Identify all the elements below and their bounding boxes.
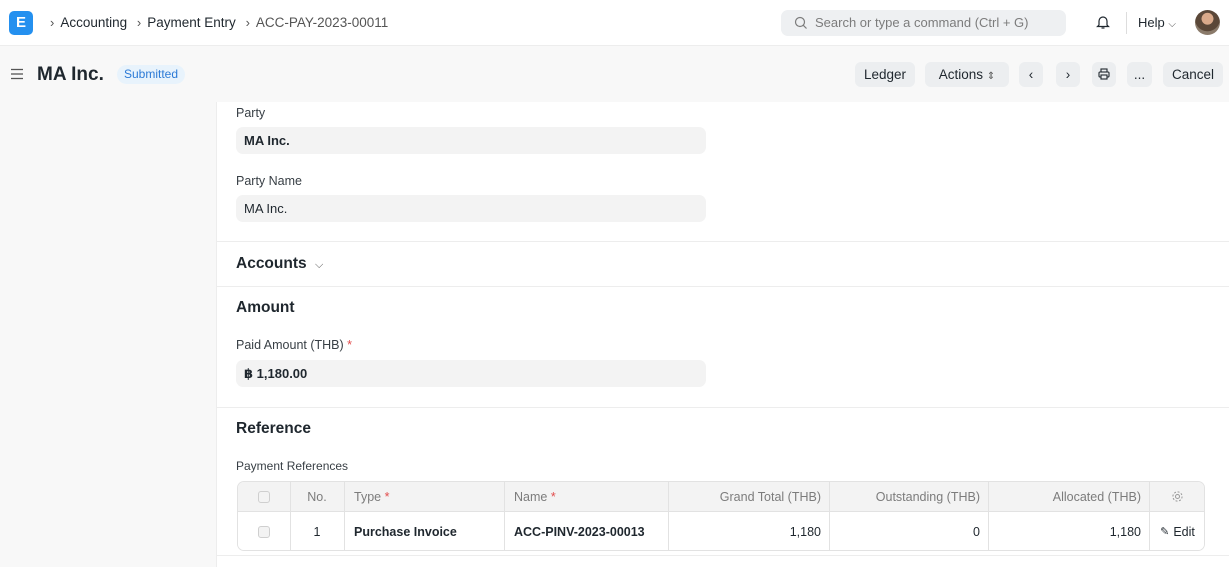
notification-bell-icon[interactable] — [1094, 13, 1112, 31]
print-button[interactable] — [1092, 62, 1116, 87]
column-header-grand-total: Grand Total (THB) — [719, 489, 821, 504]
section-divider — [217, 555, 1229, 556]
row-select-cell — [238, 512, 290, 550]
paid-amount-field[interactable]: ฿ 1,180.00 — [236, 360, 706, 387]
column-header-name-label: Name — [514, 489, 548, 504]
row-grand-total[interactable]: 1,180 — [668, 512, 821, 550]
paid-amount-label-text: Paid Amount (THB) — [236, 338, 344, 352]
row-edit-label: Edit — [1173, 524, 1195, 539]
column-divider — [504, 512, 505, 550]
actions-button[interactable]: Actions ⇕ — [925, 62, 1009, 87]
chevron-down-icon: ⌵ — [314, 259, 324, 271]
updown-icon: ⇕ — [986, 71, 996, 82]
chevron-left-icon: ‹ — [1028, 67, 1034, 82]
breadcrumb-payment-entry[interactable]: Payment Entry — [147, 15, 236, 30]
chevron-right-icon: › — [245, 15, 250, 30]
search-icon — [794, 16, 807, 29]
section-divider — [217, 286, 1229, 287]
table-row[interactable]: 1 Purchase Invoice ACC-PINV-2023-00013 1… — [238, 512, 1204, 550]
breadcrumb-document[interactable]: ACC-PAY-2023-00011 — [256, 15, 388, 30]
accounts-section-toggle[interactable]: Accounts ⌵ — [236, 255, 323, 273]
chevron-right-icon: › — [50, 15, 55, 30]
paid-amount-label: Paid Amount (THB) * — [236, 338, 352, 352]
breadcrumb-accounting[interactable]: Accounting — [60, 15, 127, 30]
party-name-field[interactable]: MA Inc. — [236, 195, 706, 222]
column-header-name: Name * — [514, 482, 664, 511]
gear-icon[interactable] — [1171, 490, 1184, 503]
column-header-allocated: Allocated (THB) — [1052, 489, 1141, 504]
chevron-right-icon: › — [136, 15, 142, 30]
row-no: 1 — [313, 524, 321, 539]
page-head: MA Inc. Submitted Ledger Actions ⇕ ‹ › .… — [0, 46, 1229, 102]
row-edit-button[interactable]: ✎ Edit — [1149, 512, 1204, 550]
row-checkbox[interactable] — [258, 525, 270, 538]
row-allocated[interactable]: 1,180 — [988, 512, 1141, 550]
select-all-cell — [238, 482, 290, 511]
navbar-divider — [1126, 12, 1127, 34]
app-logo[interactable]: E — [9, 11, 33, 35]
required-marker: * — [347, 338, 353, 352]
next-button[interactable]: › — [1056, 62, 1080, 87]
row-name[interactable]: ACC-PINV-2023-00013 — [514, 512, 664, 550]
more-options-button[interactable]: ... — [1127, 62, 1152, 87]
column-divider — [344, 512, 345, 550]
column-header-type-label: Type — [354, 489, 382, 504]
select-all-checkbox[interactable] — [258, 490, 270, 503]
payment-references-table: No. Type * Name * Grand Total (THB) Outs… — [237, 481, 1205, 551]
top-navbar: E › Accounting › Payment Entry › ACC-PAY-20… — [0, 0, 1229, 46]
column-divider — [504, 482, 505, 511]
row-outstanding[interactable]: 0 — [829, 512, 980, 550]
chevron-right-icon: › — [1065, 67, 1071, 82]
help-label: Help — [1138, 15, 1165, 30]
ellipsis-icon: ... — [1133, 67, 1146, 82]
form-card: Party MA Inc. Party Name MA Inc. Account… — [216, 102, 1229, 567]
amount-section-title: Amount — [236, 299, 295, 316]
actions-label: Actions — [938, 67, 984, 82]
section-divider — [217, 407, 1229, 408]
avatar[interactable] — [1195, 10, 1220, 35]
page-title: MA Inc. — [37, 64, 104, 85]
breadcrumb: › Accounting › Payment Entry › ACC-PAY-2023… — [44, 15, 388, 30]
payment-references-label: Payment References — [236, 459, 349, 473]
chevron-down-icon: ⌵ — [1168, 19, 1176, 30]
row-type[interactable]: Purchase Invoice — [354, 512, 504, 550]
party-field[interactable]: MA Inc. — [236, 127, 706, 154]
printer-icon — [1098, 68, 1110, 80]
search-placeholder: Search or type a command (Ctrl + G) — [815, 15, 1029, 30]
column-settings-cell — [1149, 482, 1204, 511]
status-badge: Submitted — [117, 65, 186, 84]
ledger-button[interactable]: Ledger — [855, 62, 915, 87]
required-marker: * — [550, 489, 556, 504]
table-header: No. Type * Name * Grand Total (THB) Outs… — [238, 482, 1204, 512]
accounts-section-title: Accounts — [236, 255, 307, 272]
help-dropdown[interactable]: Help ⌵ — [1138, 15, 1176, 30]
sidebar-toggle-icon[interactable] — [10, 68, 24, 80]
reference-section-title: Reference — [236, 420, 311, 437]
column-header-outstanding: Outstanding (THB) — [875, 489, 980, 504]
column-header-type: Type * — [354, 482, 504, 511]
party-name-label: Party Name — [236, 174, 302, 188]
search-input[interactable]: Search or type a command (Ctrl + G) — [781, 10, 1066, 36]
previous-button[interactable]: ‹ — [1019, 62, 1043, 87]
cancel-button[interactable]: Cancel — [1163, 62, 1223, 87]
column-header-no: No. — [307, 489, 327, 504]
section-divider — [217, 241, 1229, 242]
party-label: Party — [236, 106, 266, 120]
pencil-icon: ✎ — [1160, 526, 1170, 538]
required-marker: * — [384, 489, 390, 504]
column-divider — [344, 482, 345, 511]
